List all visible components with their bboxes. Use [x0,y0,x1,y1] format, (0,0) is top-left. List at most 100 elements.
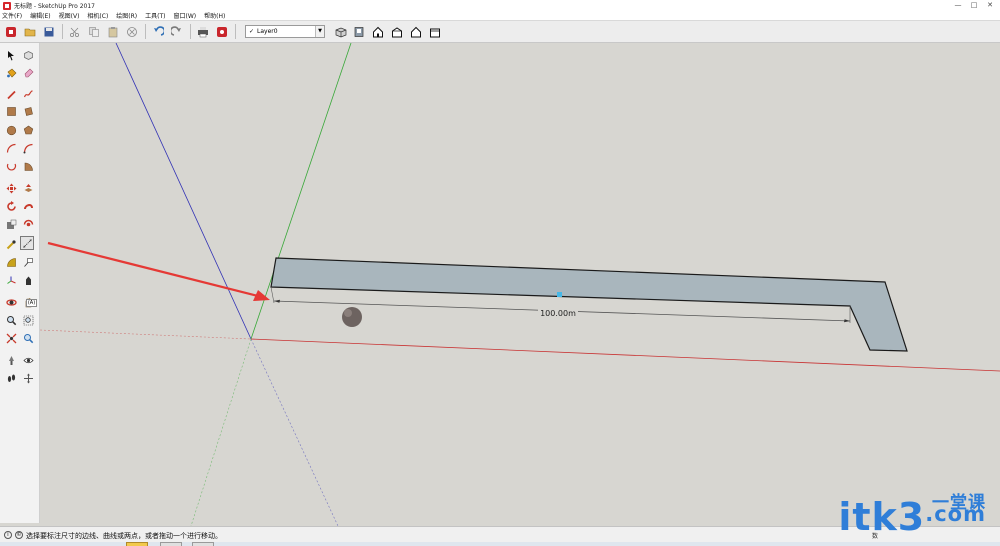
save-icon [44,27,54,36]
blue-axis [115,43,252,340]
dimension-arrow-left [274,299,280,303]
cut-button[interactable] [68,25,82,39]
polygon-icon [23,125,33,134]
scale-tool-button[interactable] [4,217,18,231]
print-button[interactable] [196,25,210,39]
undo-button[interactable] [151,25,165,39]
scissors-icon [69,27,80,37]
sketchup-app-icon [3,1,11,10]
pie-tool-button[interactable] [21,159,35,173]
current-layer-check: ✓ [249,28,255,35]
make-component-button[interactable] [21,48,35,62]
select-tool-button[interactable] [4,48,18,62]
text-tool-button[interactable] [21,255,35,269]
three-point-arc-button[interactable] [4,159,18,173]
zoom-extents-button[interactable] [4,331,18,345]
walk-tool-button[interactable] [4,371,18,385]
status-hint-text: 选择要标注尺寸的边线、曲线或两点，或者拖动一个进行移动。 [26,532,222,540]
move-tool-button[interactable] [4,181,18,195]
axes-tool-button[interactable] [4,273,18,287]
circle-tool-button[interactable] [4,123,18,137]
eye-icon [22,357,34,363]
two-point-arc-icon [23,143,33,153]
toolbar-separator [190,24,191,39]
offset-tool-button[interactable] [21,217,35,231]
section-plane-button[interactable] [21,371,35,385]
window-title: 无标题 - SketchUp Pro 2017 [14,3,95,10]
rectangle-icon [6,106,16,116]
zoom-extents-icon [6,333,16,343]
credits-icon[interactable]: © [15,531,23,539]
eraser-icon [24,68,33,77]
push-pull-button[interactable] [21,181,35,195]
left-view-button[interactable] [428,25,442,39]
follow-me-icon [23,203,33,209]
freehand-tool-button[interactable] [21,87,35,101]
chevron-down-icon[interactable]: ▼ [315,26,324,37]
eraser-button[interactable] [21,65,35,79]
circle-icon [6,125,16,135]
model-scene[interactable]: 100.00m [40,43,1000,526]
polygon-tool-button[interactable] [21,123,35,137]
geo-location-icon[interactable]: i [4,531,12,539]
front-view-button[interactable] [371,25,385,39]
menu-camera[interactable]: 相机(C) [87,11,108,20]
zoom-tool-button[interactable] [4,313,18,327]
right-view-button[interactable] [390,25,404,39]
taskbar-item[interactable] [160,542,182,546]
position-camera-button[interactable] [4,353,18,367]
top-view-button[interactable] [352,25,366,39]
taskbar-item[interactable] [192,542,214,546]
dimension-label[interactable]: 100.00m [540,309,576,318]
3d-text-button[interactable] [21,273,35,287]
iso-view-button[interactable] [333,25,347,39]
copy-button[interactable] [87,25,101,39]
menu-view[interactable]: 视图(V) [59,11,80,20]
maximize-button[interactable]: □ [968,1,980,10]
arrow-pointer-icon [8,50,14,60]
back-view-button[interactable] [409,25,423,39]
look-around-button[interactable] [21,353,35,367]
follow-me-button[interactable] [21,199,35,213]
model-viewport[interactable]: 100.00m [40,43,1000,526]
orbit-tool-button[interactable] [4,295,18,309]
new-model-icon [6,26,16,37]
save-button[interactable] [42,25,56,39]
erase-button[interactable] [125,25,139,39]
pie-icon [24,162,33,171]
line-tool-button[interactable] [4,87,18,101]
menu-help[interactable]: 帮助(H) [204,11,225,20]
protractor-button[interactable] [4,255,18,269]
arc-tool-button[interactable] [4,141,18,155]
rotated-rectangle-button[interactable] [21,104,35,118]
taskbar-item[interactable] [126,542,148,546]
previous-view-button[interactable] [21,331,35,345]
menu-file[interactable]: 文件(F) [2,11,22,20]
text-label-icon [23,257,33,267]
tape-measure-button[interactable] [4,237,18,251]
two-point-arc-button[interactable] [21,141,35,155]
dimension-tool-button[interactable] [20,236,34,250]
window-controls: — □ ✕ [952,0,996,11]
menu-window[interactable]: 窗口(W) [174,11,197,20]
tool-shortcut-tooltip: (A) [26,299,37,307]
zoom-window-button[interactable] [21,313,35,327]
house-back-icon [411,26,421,37]
watermark-cn: 一堂课 [932,493,986,513]
rotate-tool-button[interactable] [4,199,18,213]
3d-text-icon [25,276,31,285]
paint-bucket-button[interactable] [4,65,18,79]
menu-tools[interactable]: 工具(T) [145,11,165,20]
rectangle-tool-button[interactable] [4,104,18,118]
model-info-button[interactable] [215,25,229,39]
paste-button[interactable] [106,25,120,39]
menu-draw[interactable]: 绘图(R) [116,11,137,20]
open-button[interactable] [23,25,37,39]
minimize-button[interactable]: — [952,1,964,10]
layer-dropdown[interactable]: ✓ Layer0 ▼ [245,25,325,38]
menu-edit[interactable]: 编辑(E) [30,11,50,20]
watermark-main: itk3 [838,495,926,539]
redo-button[interactable] [170,25,184,39]
close-button[interactable]: ✕ [984,1,996,10]
new-model-button[interactable] [4,25,18,39]
